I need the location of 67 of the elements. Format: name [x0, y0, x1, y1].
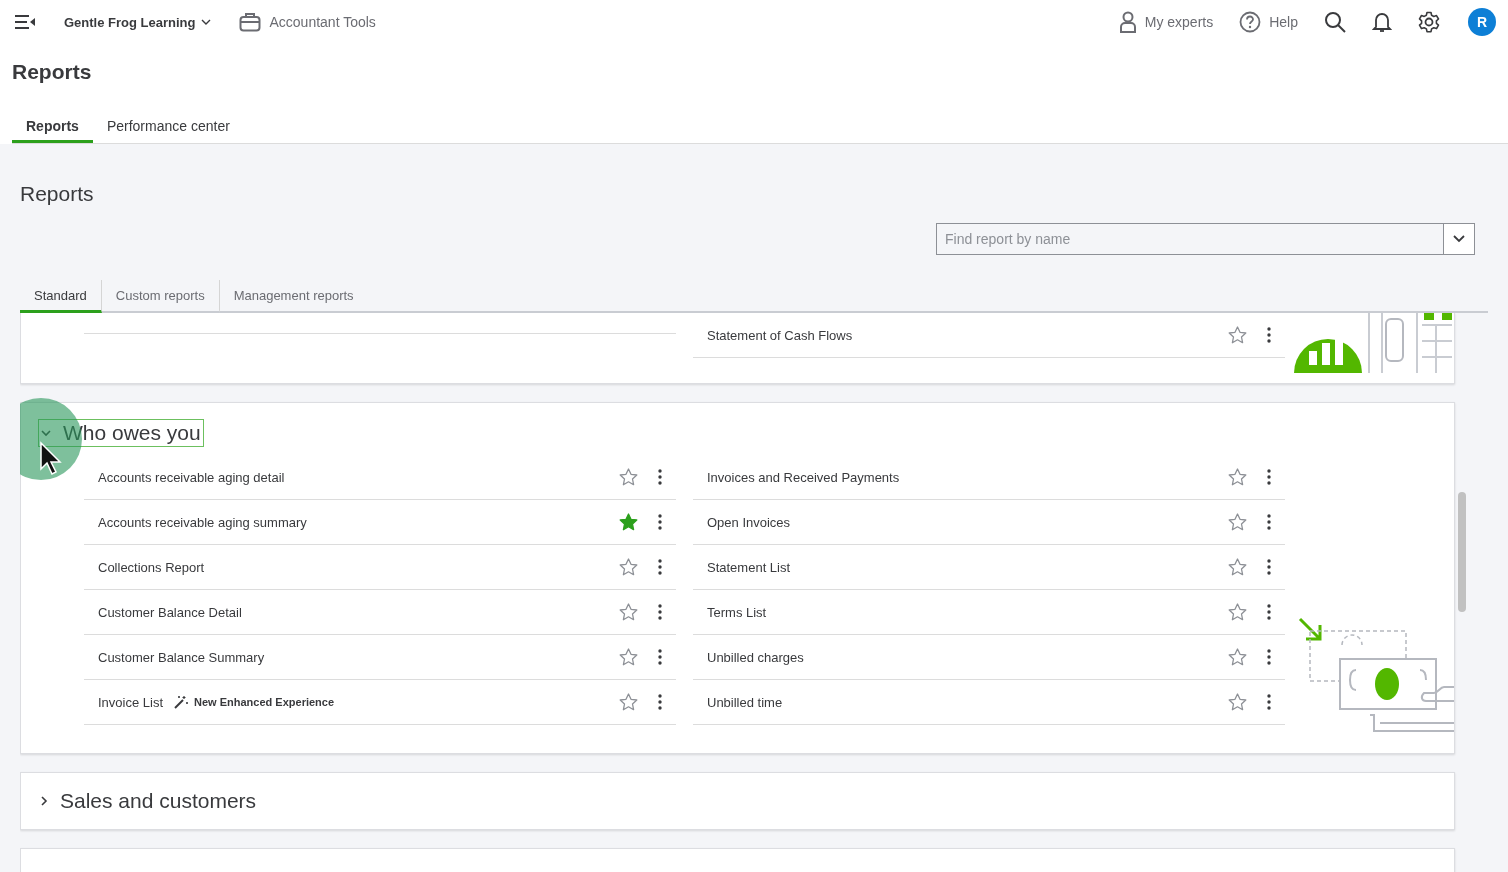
more-options-icon[interactable] — [1267, 694, 1271, 710]
report-link[interactable]: Accounts receivable aging detail — [98, 469, 285, 485]
more-options-icon[interactable] — [658, 469, 662, 485]
favorite-star-icon[interactable] — [1228, 558, 1247, 576]
dropdown-button[interactable] — [1443, 223, 1475, 255]
more-options-icon[interactable] — [658, 649, 662, 665]
report-link[interactable]: Statement of Cash Flows — [707, 327, 853, 343]
favorite-star-icon[interactable] — [619, 468, 638, 486]
report-link[interactable]: Customer Balance Detail — [98, 604, 242, 620]
favorite-star-icon[interactable] — [619, 693, 638, 711]
notification-bell-icon[interactable] — [1372, 11, 1392, 33]
page-title: Reports — [12, 60, 93, 84]
more-options-icon[interactable] — [1267, 604, 1271, 620]
help-icon — [1239, 11, 1262, 33]
more-options-icon[interactable] — [1267, 649, 1271, 665]
favorite-star-icon[interactable] — [1228, 326, 1247, 344]
favorite-star-icon[interactable] — [1228, 603, 1247, 621]
caret-icon — [41, 796, 48, 806]
group-toggle[interactable]: Sales and customers — [38, 787, 260, 815]
section-title: Reports — [20, 182, 95, 206]
scrollbar-thumb[interactable] — [1458, 492, 1466, 612]
person-icon — [1118, 11, 1137, 33]
report-link[interactable]: Unbilled time — [707, 694, 783, 710]
more-options-icon[interactable] — [1267, 327, 1271, 343]
badge-text: New Enhanced Experience — [194, 696, 335, 708]
cursor-icon — [39, 441, 63, 477]
page-tab[interactable]: Performance center — [92, 118, 244, 143]
report-link[interactable]: Accounts receivable aging summary — [98, 514, 307, 530]
caret-icon — [1453, 235, 1465, 243]
caret-icon — [201, 19, 212, 25]
more-options-icon[interactable] — [658, 514, 662, 530]
report-link[interactable]: Unbilled charges — [707, 649, 804, 665]
report-link[interactable]: Invoices and Received Payments — [707, 469, 900, 485]
more-options-icon[interactable] — [658, 604, 662, 620]
briefcase-icon — [239, 12, 262, 32]
my-experts-button[interactable]: My experts — [1118, 11, 1214, 33]
menu-icon[interactable] — [14, 14, 36, 30]
report-link[interactable]: Invoice List — [98, 694, 164, 710]
report-link[interactable]: Customer Balance Summary — [98, 649, 265, 665]
magic-wand-icon — [173, 695, 190, 709]
favorite-star-icon[interactable] — [1228, 648, 1247, 666]
search-field[interactable]: Find report by name — [936, 223, 1443, 255]
favorite-star-icon[interactable] — [619, 648, 638, 666]
accountant-tools-button[interactable]: Accountant Tools — [239, 12, 376, 32]
page-tab[interactable]: Reports — [12, 118, 93, 143]
favorite-star-icon[interactable] — [1228, 693, 1247, 711]
favorite-star-icon[interactable] — [1228, 513, 1247, 531]
report-tab[interactable]: Management reports — [219, 280, 368, 313]
report-link[interactable]: Statement List — [707, 559, 791, 575]
report-link[interactable]: Open Invoices — [707, 514, 791, 530]
help-button[interactable]: Help — [1239, 11, 1298, 33]
report-link[interactable]: Collections Report — [98, 559, 205, 575]
more-options-icon[interactable] — [658, 694, 662, 710]
user-avatar[interactable]: R — [1468, 8, 1496, 36]
favorite-star-icon[interactable] — [619, 558, 638, 576]
more-options-icon[interactable] — [1267, 514, 1271, 530]
favorite-star-icon[interactable] — [619, 513, 638, 531]
more-options-icon[interactable] — [1267, 559, 1271, 575]
settings-icon[interactable] — [1418, 11, 1440, 33]
caret-icon — [41, 429, 51, 437]
more-options-icon[interactable] — [658, 559, 662, 575]
company-selector[interactable]: Gentle Frog Learning — [64, 14, 212, 30]
report-link[interactable]: Terms List — [707, 604, 767, 620]
favorite-star-icon[interactable] — [1228, 468, 1247, 486]
search-icon[interactable] — [1324, 11, 1346, 33]
favorite-star-icon[interactable] — [619, 603, 638, 621]
more-options-icon[interactable] — [1267, 469, 1271, 485]
